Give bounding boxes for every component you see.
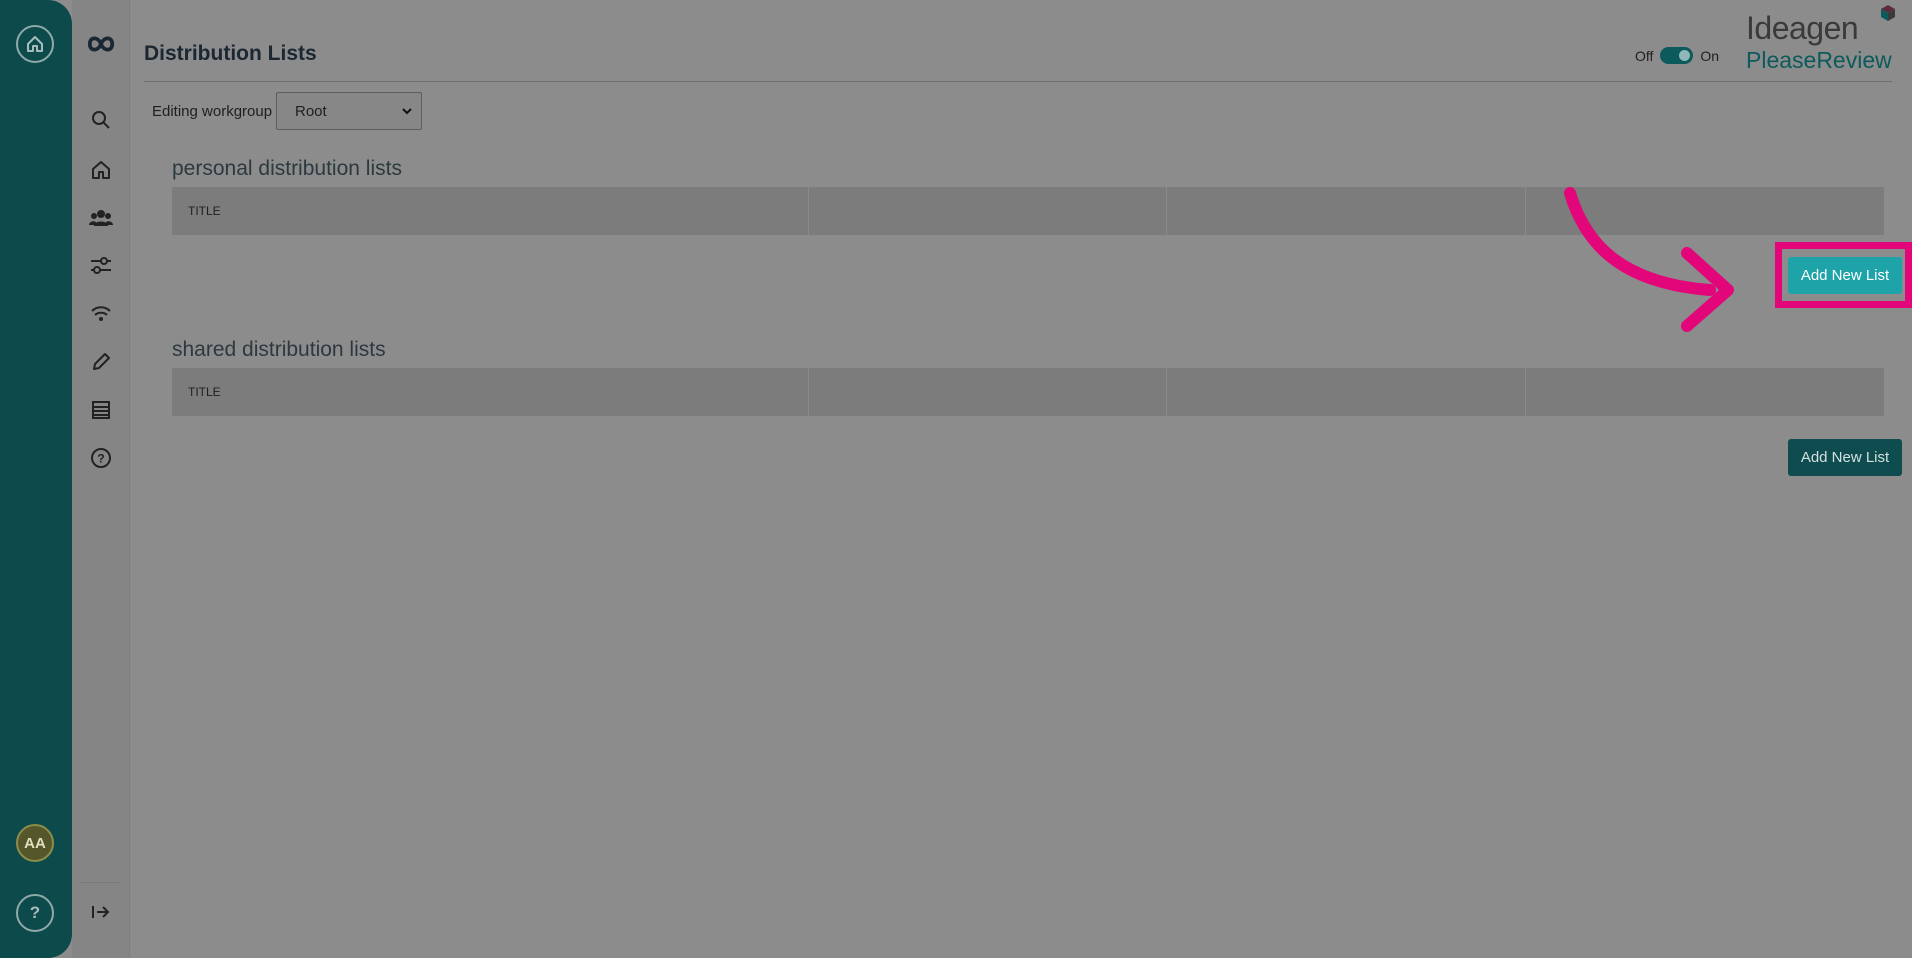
shared-lists-table-header: TITLE [172,368,1884,416]
help-button[interactable]: ? [16,894,54,932]
brand-mark-icon [1881,5,1895,21]
avatar[interactable]: AA [16,824,54,862]
column-header-title[interactable]: TITLE [172,368,809,416]
users-icon[interactable] [87,204,115,232]
search-icon[interactable] [87,106,115,134]
sidebar: ? [72,0,130,958]
sliders-icon[interactable] [87,252,115,280]
pencil-icon[interactable] [87,348,115,376]
main-content: Distribution Lists Off On Ideagen Please… [130,0,1912,958]
toggle-off-label: Off [1635,47,1654,64]
header-divider [144,81,1892,82]
help-label: ? [29,903,41,922]
product-name: PleaseReview [1746,47,1892,73]
column-header [1167,187,1526,235]
workgroup-selected: Root [295,102,327,120]
toggle-on-label: On [1700,47,1720,64]
avatar-initials: AA [24,834,46,852]
sidebar-divider [80,882,121,883]
brand-name: Ideagen [1746,10,1859,46]
wifi-icon[interactable] [87,300,115,328]
house-circle-icon[interactable] [16,25,54,63]
chevron-down-icon [402,108,412,115]
brand-logo: Ideagen PleaseReview [1746,5,1895,74]
help-circle-icon[interactable]: ? [87,444,115,472]
column-header [809,187,1167,235]
view-toggle[interactable]: Off On [1635,47,1719,64]
column-header [1167,368,1526,416]
personal-lists-title: personal distribution lists [172,157,402,180]
logo-icon[interactable] [87,30,115,58]
highlight-box [1775,242,1912,308]
annotation-arrow-icon [1564,187,1734,332]
home-icon[interactable] [87,156,115,184]
expand-right-icon[interactable] [87,898,115,926]
workgroup-select[interactable]: Root [276,92,422,130]
list-icon[interactable] [87,396,115,424]
column-header [809,368,1167,416]
page-title: Distribution Lists [144,42,317,65]
column-header-title[interactable]: TITLE [172,187,809,235]
column-header [1526,368,1884,416]
toggle-switch[interactable] [1660,47,1694,64]
workgroup-label: Editing workgroup [152,103,273,120]
app-rail: AA ? [0,0,72,958]
svg-text:?: ? [97,452,104,466]
shared-lists-title: shared distribution lists [172,338,386,361]
add-shared-list-button[interactable]: Add New List [1788,439,1902,476]
